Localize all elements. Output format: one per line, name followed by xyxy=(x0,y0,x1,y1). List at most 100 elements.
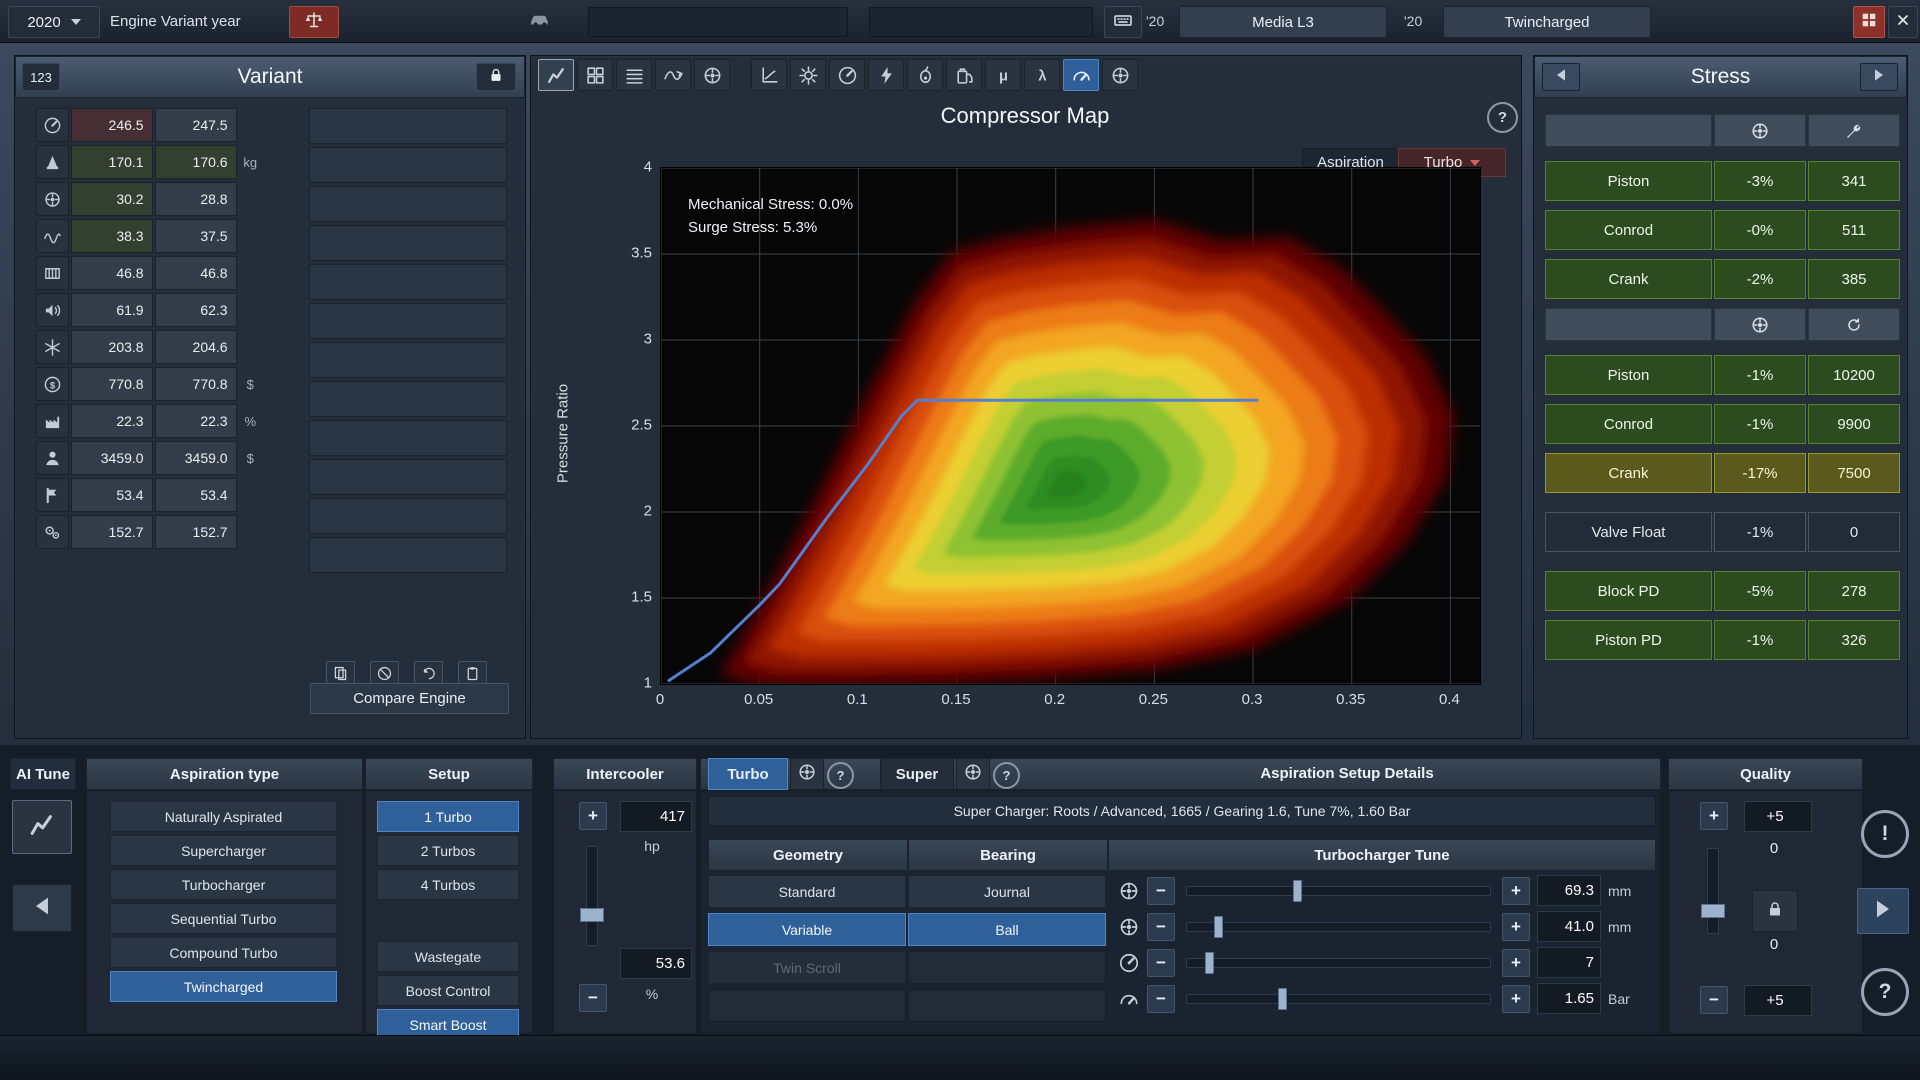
quad-graph-view-button[interactable] xyxy=(577,59,613,91)
turbo-count-list-item-2-turbos[interactable]: 2 Turbos xyxy=(377,835,519,866)
boost-list-item-boost-control[interactable]: Boost Control xyxy=(377,975,519,1006)
turbine-size-slider-handle[interactable] xyxy=(1214,916,1223,938)
stress-prev-button[interactable] xyxy=(1542,63,1580,91)
help-button[interactable]: ? xyxy=(1487,102,1518,133)
efficiency-graph-button[interactable] xyxy=(751,59,787,91)
variant-value-a: 770.8 xyxy=(71,367,153,401)
super-tab-icon-button[interactable] xyxy=(956,758,990,790)
mu-graph-button[interactable]: μ xyxy=(985,59,1021,91)
quality-increase-button[interactable]: + xyxy=(1700,802,1728,830)
intercooler-decrease-button[interactable]: − xyxy=(579,984,607,1012)
knock-graph-button[interactable] xyxy=(868,59,904,91)
lambda-graph-button[interactable]: λ xyxy=(1024,59,1060,91)
compressor-size-slider[interactable] xyxy=(1186,886,1491,896)
stress-pct: -1% xyxy=(1714,620,1806,660)
bearing-list: Journal Ball xyxy=(908,875,1106,1027)
geometry-list-item-variable[interactable]: Variable xyxy=(708,913,906,946)
graph-toggle-button[interactable] xyxy=(12,800,72,854)
airflow-view-button[interactable] xyxy=(655,59,691,91)
stress-table: Piston-3%341Conrod-0%511Crank-2%385Pisto… xyxy=(1545,114,1894,660)
intercooler-slider[interactable] xyxy=(586,846,598,946)
turbine-size-increase-button[interactable]: + xyxy=(1502,913,1530,941)
close-button[interactable] xyxy=(1888,6,1918,38)
keyboard-shortcuts-button[interactable] xyxy=(1104,6,1142,38)
boost-target-slider-handle[interactable] xyxy=(1278,988,1287,1010)
lock-button[interactable] xyxy=(476,63,516,91)
asp-list-item-naturally-aspirated[interactable]: Naturally Aspirated xyxy=(110,801,337,832)
turbo-tab[interactable]: Turbo xyxy=(708,758,788,790)
tooling-cell xyxy=(36,478,69,512)
turbo-count-list-item-4-turbos[interactable]: 4 Turbos xyxy=(377,869,519,900)
bearing-spec-slider[interactable] xyxy=(1186,958,1491,968)
cam-graph-button[interactable] xyxy=(907,59,943,91)
forward-button[interactable] xyxy=(1857,888,1909,934)
quality-slider[interactable] xyxy=(1707,848,1719,934)
turbo-graph-button[interactable] xyxy=(1102,59,1138,91)
super-tab[interactable]: Super xyxy=(880,758,954,790)
compressor-view-button[interactable] xyxy=(694,59,730,91)
compare-engine-button[interactable]: Compare Engine xyxy=(310,683,509,714)
compare-mode-button[interactable] xyxy=(289,6,339,38)
bearing-spec-increase-button[interactable]: + xyxy=(1502,949,1530,977)
asp-list-item-sequential-turbo[interactable]: Sequential Turbo xyxy=(110,903,337,934)
boost-list-item-wastegate[interactable]: Wastegate xyxy=(377,941,519,972)
friction-graph-button[interactable] xyxy=(790,59,826,91)
power-graph-view-button[interactable] xyxy=(538,59,574,91)
stress-next-button[interactable] xyxy=(1860,63,1898,91)
compressor-size-increase-button[interactable]: + xyxy=(1502,877,1530,905)
bearing-list-item-journal[interactable]: Journal xyxy=(908,875,1106,908)
tips-button[interactable]: ? xyxy=(1861,968,1909,1016)
turbo-count-list-item-1-turbo[interactable]: 1 Turbo xyxy=(377,801,519,832)
engine-designer-screen: 2020 Engine Variant year '20 Media L3 '2… xyxy=(0,0,1920,1080)
noise-icon xyxy=(43,301,62,320)
geometry-list-item-standard[interactable]: Standard xyxy=(708,875,906,908)
app-menu-button[interactable] xyxy=(1853,6,1885,38)
compressor-size-decrease-button[interactable]: − xyxy=(1147,877,1175,905)
warnings-button[interactable]: ! xyxy=(1861,810,1909,858)
lock-icon xyxy=(1765,899,1785,919)
turbo-tab-icon-button[interactable] xyxy=(790,758,824,790)
ai-tune-button[interactable]: AI Tune xyxy=(10,758,76,790)
family-name-field[interactable]: Media L3 xyxy=(1179,6,1387,38)
table-view-button[interactable] xyxy=(616,59,652,91)
variant-value-b: 152.7 xyxy=(155,515,237,549)
asp-list-item-twincharged[interactable]: Twincharged xyxy=(110,971,337,1002)
bearing-spec-slider-handle[interactable] xyxy=(1205,952,1214,974)
y-tick: 1.5 xyxy=(631,589,652,606)
variant-name-field[interactable]: Twincharged xyxy=(1443,6,1651,38)
quality-minus-cap: +5 xyxy=(1744,985,1812,1016)
compressor-map-plot[interactable] xyxy=(660,167,1481,685)
boost-target-decrease-button[interactable]: − xyxy=(1147,985,1175,1013)
intercooler-increase-button[interactable]: + xyxy=(579,802,607,830)
bearing-spec-decrease-button[interactable]: − xyxy=(1147,949,1175,977)
compressor-map-view-button[interactable] xyxy=(1063,59,1099,91)
turbine-size-decrease-button[interactable]: − xyxy=(1147,913,1175,941)
tune-column-header: Turbocharger Tune xyxy=(1108,839,1656,871)
numeric-view-button[interactable]: 123 xyxy=(22,63,60,91)
quality-decrease-button[interactable]: − xyxy=(1700,986,1728,1014)
asp-list-item-supercharger[interactable]: Supercharger xyxy=(110,835,337,866)
super-help-button[interactable]: ? xyxy=(993,762,1020,789)
quality-lock-button[interactable] xyxy=(1752,890,1798,932)
close-icon xyxy=(1895,12,1911,33)
compare-slot-row xyxy=(309,381,507,417)
quality-slider-handle[interactable] xyxy=(1701,904,1725,918)
compressor-size-slider-handle[interactable] xyxy=(1293,880,1302,902)
turbo-count-list: 1 Turbo2 Turbos4 Turbos xyxy=(377,801,519,903)
asp-list-item-compound-turbo[interactable]: Compound Turbo xyxy=(110,937,337,968)
asp-list-item-turbocharger[interactable]: Turbocharger xyxy=(110,869,337,900)
turbo-help-button[interactable]: ? xyxy=(827,762,854,789)
turbine-size-slider[interactable] xyxy=(1186,922,1491,932)
back-button[interactable] xyxy=(12,884,72,932)
intercooler-slider-handle[interactable] xyxy=(580,908,604,922)
boost-target-slider[interactable] xyxy=(1186,994,1491,1004)
boost-target-icon xyxy=(1118,988,1140,1010)
scale-balance-icon xyxy=(304,10,324,35)
fuel-graph-button[interactable] xyxy=(946,59,982,91)
boost-target-increase-button[interactable]: + xyxy=(1502,985,1530,1013)
year-dropdown[interactable]: 2020 xyxy=(8,6,100,38)
dyno-graph-button[interactable] xyxy=(829,59,865,91)
bearing-list-item-ball[interactable]: Ball xyxy=(908,913,1106,946)
supercharger-summary: Super Charger: Roots / Advanced, 1665 / … xyxy=(708,796,1656,826)
y-tick: 3.5 xyxy=(631,245,652,262)
